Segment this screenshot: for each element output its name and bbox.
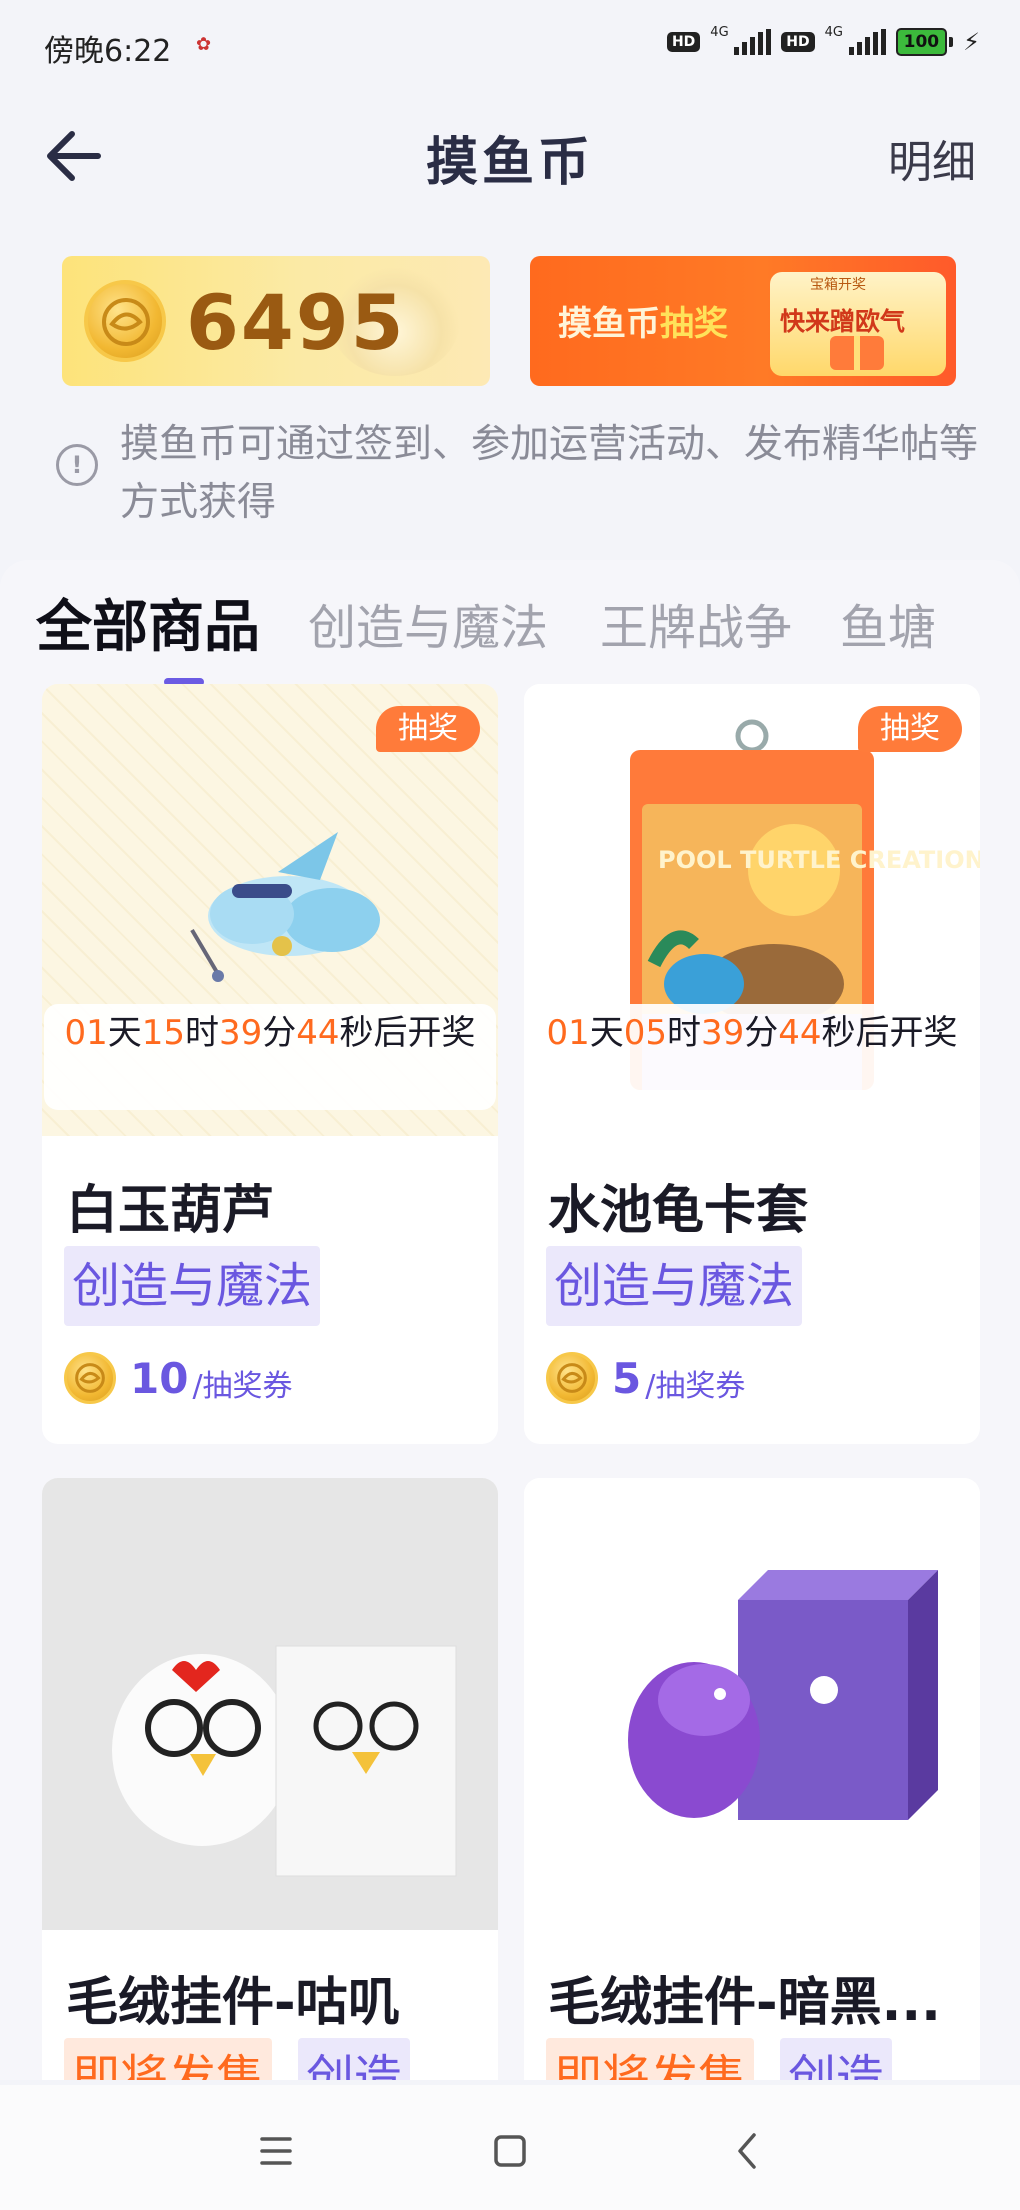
- menu-button[interactable]: [246, 2121, 306, 2181]
- back-nav-button[interactable]: [718, 2121, 778, 2181]
- signal-icon: 4G: [710, 25, 772, 55]
- battery-icon: 100: [895, 28, 954, 56]
- page-title: 摸鱼币: [425, 133, 594, 193]
- price-value: 5: [612, 1353, 642, 1403]
- lottery-badge: 宝箱开奖: [810, 277, 866, 293]
- lottery-cta-box: 宝箱开奖 快来蹭欧气: [770, 272, 946, 376]
- product-name: 水池龟卡套: [548, 1181, 809, 1241]
- signal-icon: 4G: [825, 25, 886, 55]
- tab-ace-war[interactable]: 王牌战争: [600, 588, 792, 658]
- product-image: [524, 1478, 980, 1930]
- product-price: 5 /抽奖券: [546, 1350, 745, 1406]
- product-card[interactable]: 毛绒挂件-暗黑... 即将发售 创造: [524, 1478, 980, 2080]
- lottery-badge: 抽奖: [858, 706, 962, 752]
- detail-button[interactable]: 明细: [888, 126, 976, 190]
- countdown-timer: 01天15时39分44秒后开奖: [44, 1004, 496, 1110]
- app-header: 摸鱼币 明细: [0, 100, 1020, 210]
- coin-balance: 6495: [186, 278, 406, 367]
- hd-badge: HD: [666, 32, 701, 52]
- category-tabs: 全部商品 创造与魔法 王牌战争 鱼塘: [36, 582, 1020, 686]
- price-unit: /抽奖券: [192, 1369, 293, 1404]
- price-unit: /抽奖券: [645, 1369, 746, 1404]
- product-price: 10 /抽奖券: [64, 1350, 293, 1406]
- status-bar: 傍晚6:22 ✿ HD 4G HD 4G 100 ⚡: [0, 0, 1020, 90]
- tab-fish-pond[interactable]: 鱼塘: [840, 588, 936, 658]
- product-status-tag: 即将发售: [546, 2038, 755, 2080]
- fish-coin-icon: [84, 280, 166, 362]
- product-image: [42, 1478, 498, 1930]
- product-card[interactable]: 抽奖 01天15时39分44秒后开奖 白玉葫芦 创造与魔法 10 /抽奖券: [42, 684, 498, 1444]
- product-tag: 创造: [298, 2038, 411, 2080]
- lottery-banner-title: 摸鱼币抽奖: [558, 304, 728, 344]
- notification-icon: ✿: [196, 34, 212, 55]
- home-button[interactable]: [480, 2121, 540, 2181]
- charging-icon: ⚡: [963, 28, 980, 56]
- home-square-icon: [494, 2135, 526, 2167]
- product-name: 毛绒挂件-暗黑...: [548, 1973, 941, 2033]
- dark-dino-plush-illustration: [628, 1570, 938, 1820]
- info-notice: ! 摸鱼币可通过签到、参加运营活动、发布精华帖等 方式获得: [52, 410, 1020, 530]
- lottery-banner[interactable]: 摸鱼币抽奖 宝箱开奖 快来蹭欧气: [530, 256, 956, 386]
- card-image-text: POOL TURTLE CREATION: [658, 846, 980, 874]
- info-icon: !: [56, 444, 98, 486]
- product-panel: 全部商品 创造与魔法 王牌战争 鱼塘 抽奖 01天15时39分44秒后开奖 白玉…: [0, 560, 1020, 2080]
- info-text-line2: 方式获得: [120, 480, 277, 525]
- product-tag: 创造与魔法: [64, 1246, 321, 1326]
- product-tag: 创造: [780, 2038, 893, 2080]
- countdown-timer: 01天05时39分44秒后开奖: [526, 1004, 978, 1110]
- menu-icon: [260, 2137, 292, 2165]
- tab-all-products[interactable]: 全部商品: [36, 582, 260, 663]
- product-tag: 创造与魔法: [546, 1246, 803, 1326]
- product-name: 白玉葫芦: [66, 1181, 275, 1241]
- chevron-left-icon: [738, 2133, 756, 2169]
- product-name: 毛绒挂件-咕叽: [66, 1973, 400, 2033]
- lottery-cta: 快来蹭欧气: [780, 307, 906, 336]
- product-card[interactable]: 毛绒挂件-咕叽 即将发售 创造: [42, 1478, 498, 2080]
- lottery-badge: 抽奖: [376, 706, 480, 752]
- status-indicators: HD 4G HD 4G 100 ⚡: [666, 25, 980, 56]
- tab-creation-magic[interactable]: 创造与魔法: [308, 588, 548, 658]
- chicken-plush-illustration: [112, 1645, 457, 1877]
- product-card[interactable]: POOL TURTLE CREATION 抽奖 01天05时39分44秒后开奖 …: [524, 684, 980, 1444]
- fish-coin-icon: [546, 1352, 598, 1404]
- system-nav-bar: [0, 2085, 1020, 2210]
- fish-coin-icon: [64, 1352, 116, 1404]
- coin-balance-card: 6495: [62, 256, 490, 386]
- product-status-tag: 即将发售: [64, 2038, 273, 2080]
- status-time: 傍晚6:22: [44, 34, 172, 69]
- price-value: 10: [130, 1353, 189, 1403]
- info-text-line1: 摸鱼币可通过签到、参加运营活动、发布精华帖等: [120, 422, 979, 467]
- hd-badge: HD: [781, 32, 815, 52]
- gift-icon: [830, 336, 884, 370]
